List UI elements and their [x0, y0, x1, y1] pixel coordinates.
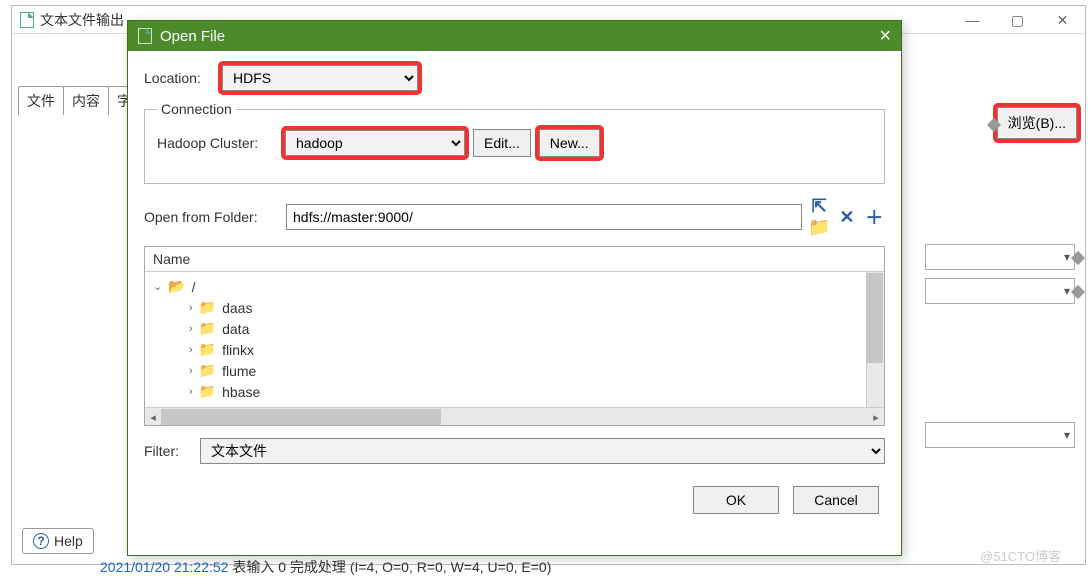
watermark: @51CTO博客 — [980, 546, 1061, 565]
horizontal-scrollbar[interactable]: ◂ ▸ — [145, 407, 884, 425]
dialog-close-icon[interactable]: × — [879, 26, 891, 46]
cluster-label: Hadoop Cluster: — [157, 135, 277, 151]
add-icon[interactable]: ＋ — [864, 204, 885, 230]
new-button[interactable]: New... — [539, 129, 600, 157]
cluster-select[interactable]: hadoop — [285, 130, 465, 156]
document-icon — [138, 28, 152, 44]
scrollbar-thumb[interactable] — [161, 409, 441, 425]
chevron-right-icon[interactable]: › — [189, 302, 193, 314]
document-icon — [20, 12, 34, 28]
open-folder-label: Open from Folder: — [144, 209, 280, 225]
bg-dropdown-2[interactable] — [925, 278, 1075, 304]
delete-icon[interactable]: ✕ — [836, 207, 857, 228]
filter-label: Filter: — [144, 443, 194, 459]
dialog-footer: OK Cancel — [144, 472, 885, 514]
help-label: Help — [54, 533, 83, 549]
folder-icon: 📁 — [199, 341, 216, 358]
chevron-right-icon[interactable]: › — [189, 344, 193, 356]
chevron-right-icon[interactable]: › — [189, 365, 193, 377]
open-folder-input[interactable] — [286, 204, 802, 230]
tabs: 文件 内容 字 — [18, 86, 140, 115]
tab-content[interactable]: 内容 — [63, 86, 109, 115]
folder-icon: 📁 — [199, 362, 216, 379]
highlight-browse: 浏览(B)... — [995, 105, 1079, 141]
tree-item-flinkx[interactable]: › 📁 flinkx — [153, 339, 876, 360]
highlight-new: New... — [537, 127, 602, 159]
cancel-button[interactable]: Cancel — [793, 486, 879, 514]
folder-icon: 📁 — [199, 299, 216, 316]
filter-select[interactable]: 文本文件 — [200, 438, 885, 464]
file-list: Name ⌄ 📂 / › 📁 daas › 📁 data › 📁 flinkx … — [144, 246, 885, 426]
file-list-header[interactable]: Name — [145, 247, 884, 272]
edit-button[interactable]: Edit... — [473, 129, 531, 157]
location-select[interactable]: HDFS — [222, 65, 418, 91]
window-controls: ― ▢ ✕ — [950, 6, 1085, 34]
file-list-body: ⌄ 📂 / › 📁 daas › 📁 data › 📁 flinkx › 📁 f… — [145, 272, 884, 407]
folder-icon: 📁 — [199, 383, 216, 400]
bg-dropdown-3[interactable] — [925, 422, 1075, 448]
dialog-title: Open File — [160, 28, 225, 45]
maximize-button[interactable]: ▢ — [995, 6, 1040, 34]
log-text: 表输入 0 完成处理 (I=4, O=0, R=0, W=4, U=0, E=0… — [228, 559, 551, 575]
scroll-left-icon[interactable]: ◂ — [145, 408, 161, 426]
close-button[interactable]: ✕ — [1040, 6, 1085, 34]
ok-button[interactable]: OK — [693, 486, 779, 514]
chevron-right-icon[interactable]: › — [189, 323, 193, 335]
folder-open-icon: 📂 — [168, 278, 185, 295]
scroll-right-icon[interactable]: ▸ — [868, 408, 884, 426]
log-line: 2021/01/20 21:22:52 表输入 0 完成处理 (I=4, O=0… — [100, 557, 551, 577]
highlight-location: HDFS — [220, 63, 420, 93]
browse-button[interactable]: 浏览(B)... — [997, 107, 1077, 139]
tree-item-flume[interactable]: › 📁 flume — [153, 360, 876, 381]
chevron-right-icon[interactable]: › — [189, 386, 193, 398]
cluster-row: Hadoop Cluster: hadoop Edit... New... — [157, 127, 872, 159]
parent-title: 文本文件输出 — [40, 10, 124, 30]
help-button[interactable]: ? Help — [22, 528, 94, 554]
log-timestamp: 2021/01/20 21:22:52 — [100, 559, 228, 575]
filter-row: Filter: 文本文件 — [144, 438, 885, 464]
open-folder-row: Open from Folder: ⇱📁 ✕ ＋ — [144, 196, 885, 238]
tree-item-data[interactable]: › 📁 data — [153, 318, 876, 339]
up-folder-icon[interactable]: ⇱📁 — [808, 196, 830, 238]
file-tree: ⌄ 📂 / › 📁 daas › 📁 data › 📁 flinkx › 📁 f… — [153, 276, 876, 407]
open-file-dialog: Open File × Location: HDFS Connection Ha… — [127, 20, 902, 556]
dialog-body: Location: HDFS Connection Hadoop Cluster… — [128, 51, 901, 514]
connection-legend: Connection — [157, 101, 236, 117]
connection-group: Connection Hadoop Cluster: hadoop Edit..… — [144, 101, 885, 184]
location-label: Location: — [144, 70, 214, 86]
minimize-button[interactable]: ― — [950, 6, 995, 34]
bg-dropdown-1[interactable] — [925, 244, 1075, 270]
help-icon: ? — [33, 533, 49, 549]
vertical-scrollbar[interactable] — [866, 272, 884, 407]
tree-item-daas[interactable]: › 📁 daas — [153, 297, 876, 318]
tree-root[interactable]: ⌄ 📂 / — [153, 276, 876, 297]
tab-file[interactable]: 文件 — [18, 86, 64, 115]
dialog-titlebar: Open File × — [128, 21, 901, 51]
scrollbar-thumb[interactable] — [867, 273, 883, 363]
tree-item-hbase[interactable]: › 📁 hbase — [153, 381, 876, 402]
folder-icon: 📁 — [199, 320, 216, 337]
chevron-down-icon[interactable]: ⌄ — [153, 280, 162, 293]
location-row: Location: HDFS — [144, 63, 885, 93]
highlight-cluster: hadoop — [283, 128, 467, 158]
